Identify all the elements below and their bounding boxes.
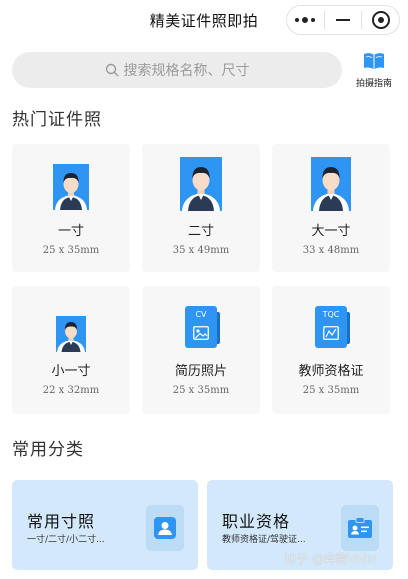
minimize-button[interactable] [325,6,362,34]
card-one-inch[interactable]: 一寸 25 x 35mm [12,144,130,272]
search-input[interactable]: 搜索规格名称、尺寸 [12,52,342,88]
card-size: 25 x 35mm [302,385,360,396]
open-book-icon [364,53,384,69]
card-title: 一寸 [57,224,84,239]
shooting-guide-label: 拍摄指南 [355,79,392,89]
more-dots-icon [295,17,316,23]
shooting-guide-button[interactable]: 拍摄指南 [350,52,398,89]
more-button[interactable] [287,6,324,34]
card-resume-photo[interactable]: CV 简历照片 25 x 35mm [142,286,260,414]
portrait-photo-icon [180,157,222,211]
id-card-icon [341,505,379,551]
tqc-document-icon: TQC [315,306,350,348]
portrait-photo-icon [56,316,86,352]
card-title: 教师资格证 [298,364,364,379]
minimize-icon [336,19,350,21]
card-size: 35 x 49mm [172,245,230,256]
portrait-photo-icon [53,164,89,210]
id-portrait-icon [146,505,184,551]
card-two-inch[interactable]: 二寸 35 x 49mm [142,144,260,272]
card-title: 大一寸 [311,224,351,239]
category-common-sizes[interactable]: 常用寸照 一寸/二寸/小二寸... [12,480,198,570]
document-tag: TQC [322,310,340,319]
card-teacher-qualification[interactable]: TQC 教师资格证 25 x 35mm [272,286,390,414]
portrait-photo-icon [311,157,351,211]
card-small-one-inch[interactable]: 小一寸 22 x 32mm [12,286,130,414]
category-title: 常用寸照 [27,512,96,531]
card-size: 25 x 35mm [172,385,230,396]
search-icon [105,63,119,77]
search-placeholder: 搜索规格名称、尺寸 [123,63,250,79]
card-size: 25 x 35mm [42,245,100,256]
top-bar: 精美证件照即拍 [0,0,408,40]
target-circle-icon [371,11,390,29]
card-title: 小一寸 [51,364,91,379]
category-subtitle: 一寸/二寸/小二寸... [27,535,105,545]
section-title-popular: 热门证件照 [12,110,102,130]
watermark: 知乎 @奔跑Volin [284,552,377,566]
card-title: 简历照片 [174,364,227,379]
mini-program-capsule [286,5,400,35]
cv-document-icon: CV [185,306,220,348]
card-size: 33 x 48mm [302,245,360,256]
card-size: 22 x 32mm [42,385,100,396]
card-title: 二寸 [187,224,214,239]
close-button[interactable] [362,6,399,34]
category-subtitle: 教师资格证/驾驶证... [222,535,306,545]
document-tag: CV [195,310,207,319]
section-title-categories: 常用分类 [12,440,84,460]
card-large-one-inch[interactable]: 大一寸 33 x 48mm [272,144,390,272]
category-title: 职业资格 [222,512,291,531]
